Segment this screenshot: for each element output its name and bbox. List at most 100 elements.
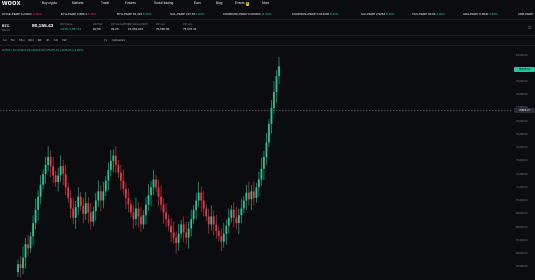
candle [232, 202, 235, 228]
toolbar-item[interactable]: Indicators [112, 37, 125, 44]
pair-selector[interactable]: BTC [2, 24, 9, 28]
ticker-item[interactable]: ADA-PERP 0.3840 4.50% [463, 11, 498, 17]
candle [39, 175, 42, 205]
toolbar-item[interactable]: 15m [19, 37, 25, 44]
toolbar-item[interactable]: ƒx [104, 37, 107, 44]
candle-body [155, 179, 157, 188]
nav-item-events[interactable]: Events 4 [235, 1, 250, 6]
candle-body [205, 208, 208, 217]
candle [19, 256, 22, 278]
toolbar-item[interactable]: 1W [62, 37, 67, 44]
nav-item-futures[interactable]: Futures [125, 1, 136, 6]
ticker-item[interactable]: SUI-PERP 2.5264 9.20% [361, 11, 394, 17]
ticker-item[interactable]: 1000PEPE-PERP 0.012000 6.40% [292, 11, 339, 17]
ticker-change: 4.30% [436, 12, 445, 16]
brand-x: x [16, 0, 21, 7]
nav-item-markets[interactable]: Markets [72, 1, 83, 6]
stat-value: 80,50 [93, 27, 101, 31]
candle-body [52, 166, 55, 176]
candle-body [119, 172, 122, 181]
ticker-item[interactable]: SOL-PERP 197.56 1.20% [170, 11, 204, 17]
toolbar-item[interactable]: 30m [28, 37, 34, 44]
nav-label: Events [235, 1, 245, 5]
toolbar-item[interactable]: 1h [38, 37, 41, 44]
candle [253, 181, 255, 206]
candle [24, 238, 27, 269]
ticker-item[interactable]: TAO-PERP 99.66 4.30% [412, 11, 445, 17]
ticker-symbol: 1000BONK-PERP [223, 12, 249, 16]
candle-body [132, 212, 135, 220]
nav-item-blog[interactable]: Blog [216, 1, 222, 6]
candle-body [192, 209, 195, 220]
nav-item-buy-crypto[interactable]: Buy crypto [42, 1, 57, 6]
ticker-symbol: ETH-PERP [61, 12, 77, 16]
toolbar-item[interactable]: 4h [46, 37, 49, 44]
candle [245, 184, 248, 210]
brand-logo[interactable]: woox [2, 0, 21, 8]
candle [140, 207, 142, 233]
candle [200, 186, 203, 212]
nav-label: More [262, 1, 270, 5]
ticker-price: 2,883.4 [76, 12, 88, 16]
candle [72, 197, 75, 225]
candle-body [107, 170, 110, 181]
divider [0, 19, 535, 20]
stat-value: 15,053,246 [128, 27, 144, 31]
candle [22, 246, 24, 275]
candle-body [212, 216, 215, 225]
toolbar-item[interactable]: 1m [3, 37, 7, 44]
candle-body [175, 237, 178, 243]
candle [107, 162, 110, 191]
candle [263, 150, 265, 180]
candle [265, 132, 268, 165]
candle [54, 170, 57, 187]
nav-label: Markets [72, 1, 84, 5]
nav-item-more[interactable]: More [262, 1, 269, 6]
candle [150, 181, 152, 207]
star-icon[interactable]: ☆ [528, 25, 532, 31]
candle-body [145, 204, 147, 216]
candle [27, 234, 29, 257]
ticker-item[interactable]: BTC-PERP 81,322 6.20% [117, 11, 151, 17]
ticker-item[interactable]: DOGE-PERP 0.20262 -0.80% [2, 11, 42, 17]
candle [165, 203, 167, 227]
candle [142, 210, 145, 230]
candle-body [235, 217, 238, 224]
candle [79, 191, 82, 211]
price-axis[interactable]: 81,000.0080,000.0079,000.0078,000.0077,0… [514, 54, 535, 280]
candle-body [152, 179, 155, 188]
candle-body [207, 216, 210, 225]
candle-body [54, 175, 57, 183]
candle-body [117, 164, 120, 173]
candle-body [190, 219, 193, 229]
candle-body [112, 155, 115, 161]
candle-body [125, 188, 127, 198]
candle-body [210, 216, 213, 225]
candle-body [24, 244, 27, 258]
candle [160, 185, 162, 211]
ticker-price: 99.66 [427, 12, 437, 16]
candle-body [27, 244, 29, 249]
candle [127, 188, 130, 213]
nav-label: Earn [194, 1, 201, 5]
candle-body [187, 228, 190, 238]
ticker-change: 4.50% [489, 12, 498, 16]
toolbar-item[interactable]: 1D [54, 37, 58, 44]
candle [147, 184, 150, 211]
ticker-change: 1.20% [195, 12, 205, 16]
candle-body [215, 224, 218, 232]
candle-body [180, 224, 183, 234]
ticker-item[interactable]: ETH-PERP 2,883.4 5.40% [61, 11, 96, 17]
ticker-item[interactable]: ARB-PERP [518, 11, 533, 17]
candlestick-chart[interactable] [0, 55, 512, 280]
candle [59, 155, 62, 182]
candle [250, 185, 253, 211]
toolbar-item[interactable]: 5m [11, 37, 15, 44]
nav-item-trade[interactable]: Trade [101, 1, 109, 6]
candle [112, 149, 115, 172]
candle-body [182, 224, 185, 233]
ticker-item[interactable]: 1000BONK-PERP 0.029300 11.30% [223, 11, 271, 17]
nav-item-earn[interactable]: Earn [194, 1, 201, 6]
nav-item-social-trading[interactable]: Social trading [154, 1, 173, 6]
crosshair-price-tag: 76826.37 [514, 107, 535, 113]
